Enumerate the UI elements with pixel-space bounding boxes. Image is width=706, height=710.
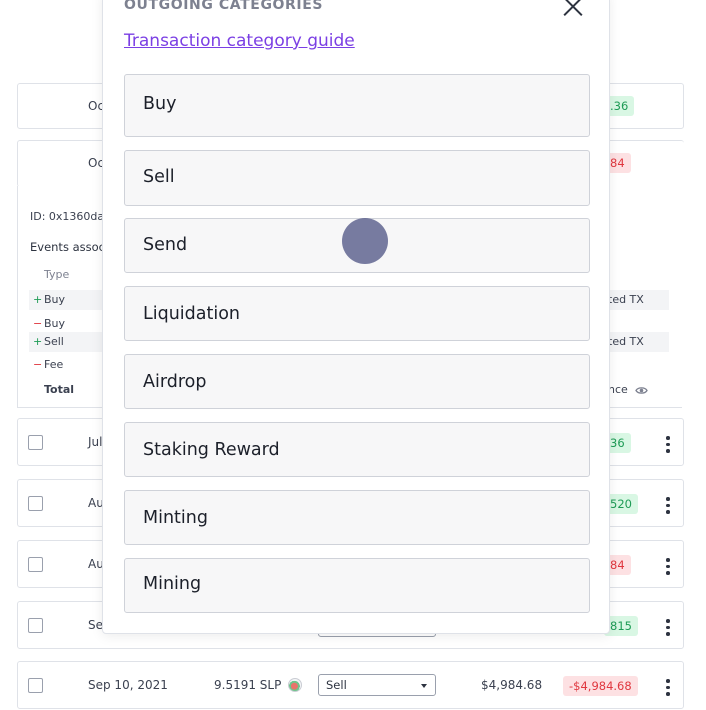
category-label: Sell xyxy=(143,167,175,187)
modal-title: OUTGOING CATEGORIES xyxy=(124,0,324,13)
category-option-buy[interactable]: Buy xyxy=(124,74,590,137)
linked-tx-link[interactable]: ted TX xyxy=(608,335,644,348)
category-label: Send xyxy=(143,235,188,255)
more-vertical-icon[interactable] xyxy=(666,497,670,514)
category-label: Liquidation xyxy=(143,304,241,324)
row-checkbox[interactable] xyxy=(28,678,43,693)
event-sign: − xyxy=(33,317,43,330)
row-quantity: 9.5191 SLP xyxy=(214,678,282,692)
category-select-value: Sell xyxy=(326,678,347,692)
category-option-liquidation[interactable]: Liquidation xyxy=(124,286,590,341)
category-guide-link[interactable]: Transaction category guide xyxy=(124,31,355,51)
type-column-header: Type xyxy=(44,268,70,281)
event-type: Buy xyxy=(44,293,66,306)
more-vertical-icon[interactable] xyxy=(666,558,670,575)
row-date: Sep 10, 2021 xyxy=(88,678,168,692)
category-option-sell[interactable]: Sell xyxy=(124,150,590,206)
row-date: Jul xyxy=(88,435,103,449)
category-option-airdrop[interactable]: Airdrop xyxy=(124,354,590,409)
more-vertical-icon[interactable] xyxy=(666,619,670,636)
more-vertical-icon[interactable] xyxy=(666,436,670,453)
event-sign: − xyxy=(33,358,43,371)
linked-tx-link[interactable]: ted TX xyxy=(608,293,644,306)
event-sign: + xyxy=(33,293,43,306)
row-checkbox[interactable] xyxy=(28,557,43,572)
category-option-minting[interactable]: Minting xyxy=(124,490,590,545)
row-checkbox[interactable] xyxy=(28,618,43,633)
category-option-mining[interactable]: Mining xyxy=(124,558,590,613)
events-heading: Events assoc xyxy=(30,240,105,254)
table-row[interactable]: Sep 10, 2021 9.5191 SLP Sell $4,984.68 -… xyxy=(17,661,684,709)
row-date: Se xyxy=(88,618,103,632)
row-price: $4,984.68 xyxy=(481,678,543,692)
close-icon[interactable] xyxy=(563,0,583,17)
row-value-badge: -$4,984.68 xyxy=(563,676,638,696)
event-type: Fee xyxy=(44,358,64,371)
balance-link[interactable]: nce xyxy=(608,383,628,396)
event-sign: + xyxy=(33,335,43,348)
row-checkbox[interactable] xyxy=(28,435,43,450)
category-option-staking-reward[interactable]: Staking Reward xyxy=(124,422,590,477)
category-select[interactable]: Sell xyxy=(318,674,436,696)
category-label: Buy xyxy=(143,94,177,114)
row-checkbox[interactable] xyxy=(28,496,43,511)
event-type: Sell xyxy=(44,335,64,348)
category-label: Staking Reward xyxy=(143,440,280,460)
category-label: Airdrop xyxy=(143,372,207,392)
slp-token-icon xyxy=(288,678,302,692)
touch-cursor-indicator xyxy=(342,218,388,264)
transaction-id: ID: 0x1360da5 xyxy=(30,210,112,223)
total-label: Total xyxy=(44,383,75,396)
event-type: Buy xyxy=(44,317,66,330)
more-vertical-icon[interactable] xyxy=(666,679,670,696)
category-label: Minting xyxy=(143,508,208,528)
category-label: Mining xyxy=(143,574,202,594)
outgoing-categories-modal: OUTGOING CATEGORIES Transaction category… xyxy=(102,0,610,634)
eye-icon[interactable] xyxy=(635,382,648,395)
